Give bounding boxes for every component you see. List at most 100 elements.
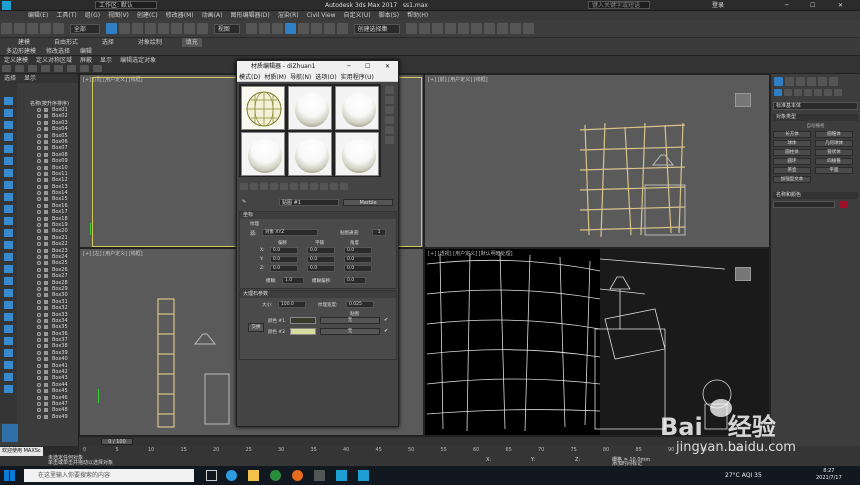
window-crossing-icon[interactable] — [144, 23, 156, 34]
swap-button[interactable]: 交换 — [248, 323, 264, 332]
time-slider[interactable]: 0 / 100 — [79, 436, 770, 446]
keyboard-shortcut-icon[interactable] — [271, 23, 283, 34]
visibility-eye-icon[interactable] — [37, 338, 41, 343]
undo-icon[interactable] — [1, 23, 12, 34]
geometry-icon[interactable] — [774, 89, 782, 96]
ribbon-polygon-modeling[interactable]: 多边形建模 — [2, 47, 40, 56]
mat-minimize-button[interactable]: ─ — [347, 61, 351, 73]
color1-map-button[interactable]: 无 — [320, 317, 380, 324]
visibility-eye-icon[interactable] — [37, 376, 41, 381]
view-cube-icon[interactable] — [735, 267, 751, 281]
mat-menu-material[interactable]: 材质(M) — [262, 73, 288, 82]
marble-params-title[interactable]: 大理石参数 — [240, 291, 396, 298]
rectangle-selection-icon[interactable] — [131, 23, 143, 34]
visibility-eye-icon[interactable] — [37, 133, 41, 138]
material-id-icon[interactable] — [300, 183, 308, 190]
color1-swatch[interactable] — [290, 317, 316, 324]
eyedropper-icon[interactable]: ✎ — [242, 199, 246, 205]
visibility-eye-icon[interactable] — [37, 127, 41, 132]
tab-object-paint[interactable]: 对象绘制 — [134, 38, 166, 47]
scene-object-list[interactable]: Box01 Box02 Box03 Box04 Box05 Box06 Box07 Box08… — [0, 107, 79, 423]
menu-graph-editors[interactable]: 图形编辑器(D) — [226, 11, 273, 20]
link-icon[interactable] — [27, 23, 38, 34]
sample-slot-3[interactable] — [335, 86, 379, 130]
percent-snap-icon[interactable] — [310, 23, 322, 34]
color1-map-checkbox[interactable]: ✔ — [384, 317, 388, 323]
visibility-eye-icon[interactable] — [37, 274, 41, 279]
source-select[interactable]: 对象 XYZ — [262, 229, 318, 236]
start-windows-icon[interactable] — [4, 470, 15, 481]
search-input[interactable]: 键入关键字或短语 — [588, 1, 650, 9]
mat-maximize-button[interactable]: ☐ — [365, 61, 370, 73]
visibility-eye-icon[interactable] — [37, 248, 41, 253]
ribbon-define-modeling[interactable]: 定义建模 — [0, 56, 32, 65]
map-type-button[interactable]: Marble — [343, 199, 393, 206]
object-category-select[interactable]: 标准基本体 — [773, 102, 858, 110]
placement-icon[interactable] — [196, 23, 208, 34]
file-explorer-icon[interactable] — [248, 470, 259, 481]
select-manipulate-icon[interactable] — [258, 23, 270, 34]
mat-menu-utilities[interactable]: 实用程序(U) — [339, 73, 376, 82]
primitive-button[interactable]: 几何球体 — [815, 140, 853, 147]
hierarchy-tab-icon[interactable] — [796, 77, 805, 86]
visibility-eye-icon[interactable] — [37, 331, 41, 336]
visibility-eye-icon[interactable] — [37, 229, 41, 234]
sample-slot-2[interactable] — [288, 86, 332, 130]
sample-slot-5[interactable] — [288, 132, 332, 176]
browser-icon[interactable] — [270, 470, 281, 481]
primitive-button[interactable]: 圆环 — [773, 158, 811, 165]
visibility-eye-icon[interactable] — [37, 146, 41, 151]
visibility-eye-icon[interactable] — [37, 408, 41, 413]
visibility-eye-icon[interactable] — [37, 286, 41, 291]
show-map-icon[interactable] — [310, 183, 318, 190]
filter-icon[interactable] — [93, 65, 102, 72]
visibility-eye-icon[interactable] — [37, 254, 41, 259]
select-object-icon[interactable] — [105, 23, 117, 34]
visibility-eye-icon[interactable] — [37, 184, 41, 189]
render-setup-icon[interactable] — [496, 23, 508, 34]
spacewarp-icon[interactable] — [67, 65, 76, 72]
visibility-eye-icon[interactable] — [37, 210, 41, 215]
visibility-eye-icon[interactable] — [37, 318, 41, 323]
edit-named-selection-icon[interactable] — [336, 23, 348, 34]
color2-map-button[interactable]: 无 — [320, 328, 380, 335]
get-material-icon[interactable] — [240, 183, 248, 190]
ribbon-edit[interactable]: 编辑 — [76, 47, 96, 56]
mat-close-button[interactable]: ✕ — [385, 61, 390, 73]
assign-material-icon[interactable] — [260, 183, 268, 190]
primitive-button[interactable]: 四棱锥 — [815, 158, 853, 165]
visibility-eye-icon[interactable] — [37, 350, 41, 355]
teapot-icon[interactable] — [2, 65, 11, 72]
material-editor-titlebar[interactable]: 材质编辑器 - diZhuan1 ─ ☐ ✕ — [237, 61, 398, 73]
maximize-button[interactable]: ☐ — [810, 0, 815, 11]
visibility-eye-icon[interactable] — [37, 120, 41, 125]
app-icon[interactable] — [314, 470, 325, 481]
schematic-view-icon[interactable] — [470, 23, 482, 34]
visibility-eye-icon[interactable] — [37, 216, 41, 221]
ribbon-mask[interactable]: 屏蔽 — [76, 56, 96, 65]
visibility-eye-icon[interactable] — [37, 108, 41, 112]
menu-tools[interactable]: 工具(T) — [52, 11, 80, 20]
visibility-eye-icon[interactable] — [37, 293, 41, 298]
align-icon[interactable] — [418, 23, 430, 34]
snap-toggle-icon[interactable] — [284, 23, 296, 34]
visibility-eye-icon[interactable] — [37, 344, 41, 349]
go-parent-icon[interactable] — [330, 183, 338, 190]
angle-field[interactable]: 0.0 — [344, 256, 372, 263]
scale-icon[interactable] — [183, 23, 195, 34]
menu-help[interactable]: 帮助(H) — [403, 11, 432, 20]
visibility-eye-icon[interactable] — [37, 363, 41, 368]
visibility-eye-icon[interactable] — [37, 114, 41, 119]
view-cube-icon[interactable] — [735, 93, 751, 107]
background-icon[interactable] — [385, 106, 394, 114]
put-to-scene-icon[interactable] — [250, 183, 258, 190]
workspace-select[interactable]: 工作区: 默认 — [95, 1, 157, 9]
blur-offset-field[interactable]: 0.0 — [344, 277, 366, 284]
ribbon-edit-selected[interactable]: 编辑选定对象 — [116, 56, 160, 65]
scene-tab-display[interactable]: 显示 — [20, 74, 40, 83]
menu-group[interactable]: 组(G) — [81, 11, 104, 20]
pivot-icon[interactable] — [245, 23, 257, 34]
visibility-eye-icon[interactable] — [37, 280, 41, 285]
offset-field[interactable]: 0.0 — [270, 265, 298, 272]
light-icon[interactable] — [28, 65, 37, 72]
